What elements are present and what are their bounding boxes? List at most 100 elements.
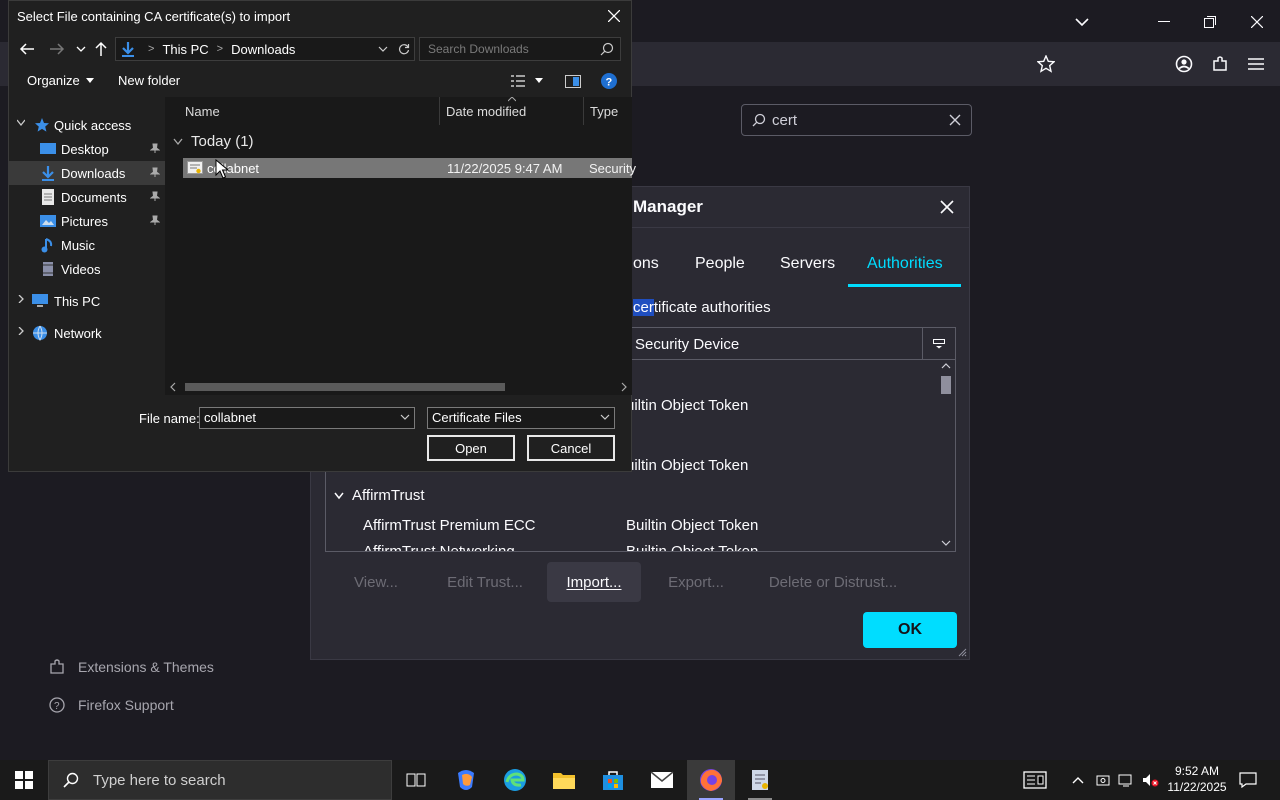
- tree-group-affirmtrust[interactable]: AffirmTrust: [334, 487, 425, 504]
- tree-row-device[interactable]: Builtin Object Token: [626, 543, 758, 551]
- view-options-menu[interactable]: [511, 75, 543, 87]
- selected-text: cer: [633, 299, 654, 316]
- breadcrumb-this-pc[interactable]: This PC: [162, 42, 208, 57]
- nav-network[interactable]: Network: [9, 321, 165, 345]
- column-picker-icon[interactable]: [922, 328, 955, 360]
- breadcrumb-downloads[interactable]: Downloads: [231, 42, 295, 57]
- tree-scrollbar[interactable]: [937, 360, 955, 551]
- details-view-icon: [511, 75, 525, 87]
- help-icon[interactable]: ?: [601, 73, 617, 89]
- clear-search-icon[interactable]: [949, 114, 961, 126]
- tree-row-device[interactable]: Builtin Object Token: [626, 517, 758, 534]
- bookmark-star-icon[interactable]: [1034, 52, 1058, 76]
- nav-this-pc[interactable]: This PC: [9, 289, 165, 313]
- meet-now-icon[interactable]: [1093, 770, 1113, 790]
- store-app[interactable]: [589, 760, 637, 800]
- notifications-icon[interactable]: [1238, 770, 1258, 790]
- back-arrow-icon[interactable]: [17, 39, 37, 59]
- tab-your-certificates[interactable]: ons: [633, 255, 659, 273]
- extensions-themes-link[interactable]: Extensions & Themes: [48, 658, 214, 676]
- edit-trust-button[interactable]: Edit Trust...: [437, 562, 533, 602]
- tree-row-name[interactable]: AffirmTrust Premium ECC: [363, 517, 536, 534]
- copilot-app[interactable]: [442, 760, 490, 800]
- column-divider[interactable]: [583, 97, 584, 125]
- scrollbar-thumb[interactable]: [185, 383, 505, 391]
- chevron-down-icon: [173, 138, 183, 145]
- search-icon: [752, 113, 766, 127]
- column-divider[interactable]: [439, 97, 440, 125]
- group-header-today[interactable]: Today (1): [173, 133, 254, 150]
- column-security-device[interactable]: Security Device: [635, 336, 739, 353]
- task-view-button[interactable]: [392, 760, 440, 800]
- nav-pictures[interactable]: Pictures: [9, 209, 165, 233]
- file-type-select[interactable]: Certificate Files: [427, 407, 615, 429]
- nav-quick-access[interactable]: Quick access: [9, 113, 165, 137]
- nav-label: Music: [61, 237, 95, 253]
- certificate-app[interactable]: [736, 760, 784, 800]
- column-name[interactable]: Name: [185, 104, 220, 119]
- open-button[interactable]: Open: [427, 435, 515, 461]
- ok-button[interactable]: OK: [863, 612, 957, 648]
- edge-app[interactable]: [491, 760, 539, 800]
- nav-music[interactable]: Music: [9, 233, 165, 257]
- scroll-left-icon[interactable]: [169, 382, 177, 392]
- volume-muted-icon[interactable]: [1140, 770, 1160, 790]
- scroll-right-icon[interactable]: [620, 382, 628, 392]
- preview-pane-icon[interactable]: [565, 75, 581, 88]
- taskbar-search-box[interactable]: Type here to search: [48, 760, 392, 800]
- address-bar[interactable]: > This PC > Downloads: [115, 37, 415, 61]
- tab-authorities[interactable]: Authorities: [867, 255, 943, 273]
- file-list-pane[interactable]: Name Date modified Type Today (1) collab…: [165, 97, 636, 395]
- refresh-icon[interactable]: [398, 43, 410, 55]
- file-explorer-app[interactable]: [540, 760, 588, 800]
- dialog-search-input[interactable]: Search Downloads: [419, 37, 621, 61]
- restore-icon[interactable]: [1198, 10, 1222, 34]
- column-type[interactable]: Type: [590, 104, 618, 119]
- chevron-down-icon[interactable]: [400, 414, 410, 422]
- app-menu-icon[interactable]: [1244, 52, 1268, 76]
- organize-menu[interactable]: Organize: [27, 73, 94, 88]
- tab-servers[interactable]: Servers: [780, 255, 835, 273]
- resize-grip-icon[interactable]: [957, 647, 967, 657]
- window-close-icon[interactable]: [1245, 10, 1269, 34]
- nav-documents[interactable]: Documents: [9, 185, 165, 209]
- delete-distrust-button[interactable]: Delete or Distrust...: [761, 562, 905, 602]
- file-row[interactable]: collabnet 11/22/2025 9:47 AM Security: [183, 158, 636, 178]
- puzzle-icon: [50, 659, 64, 674]
- column-date-modified[interactable]: Date modified: [446, 104, 526, 119]
- address-dropdown-icon[interactable]: [378, 46, 388, 54]
- tree-row-name[interactable]: AffirmTrust Networking: [363, 543, 515, 551]
- nav-videos[interactable]: Videos: [9, 257, 165, 281]
- forward-arrow-icon[interactable]: [47, 39, 67, 59]
- system-clock[interactable]: 9:52 AM 11/22/2025: [1160, 763, 1234, 795]
- minimize-icon[interactable]: [1152, 10, 1176, 34]
- file-name-input[interactable]: collabnet: [199, 407, 415, 429]
- view-button[interactable]: View...: [341, 562, 411, 602]
- horizontal-scrollbar[interactable]: [165, 379, 632, 395]
- recent-locations-icon[interactable]: [71, 39, 91, 59]
- up-arrow-icon[interactable]: [91, 39, 111, 59]
- cert-manager-close-icon[interactable]: [935, 195, 959, 219]
- nav-desktop[interactable]: Desktop: [9, 137, 165, 161]
- import-button[interactable]: Import...: [547, 562, 641, 602]
- news-widget-icon[interactable]: [1022, 770, 1048, 790]
- extensions-icon[interactable]: [1208, 52, 1232, 76]
- new-folder-button[interactable]: New folder: [118, 73, 180, 88]
- dialog-close-icon[interactable]: [603, 5, 625, 27]
- tree-row-device[interactable]: uiltin Object Token: [626, 397, 748, 414]
- download-arrow-icon: [39, 165, 57, 181]
- cancel-button[interactable]: Cancel: [527, 435, 615, 461]
- show-hidden-icons-icon[interactable]: [1068, 770, 1088, 790]
- firefox-app[interactable]: [687, 760, 735, 800]
- network-status-icon[interactable]: [1116, 770, 1136, 790]
- settings-search-input[interactable]: cert: [741, 104, 972, 136]
- mail-app[interactable]: [638, 760, 686, 800]
- account-icon[interactable]: [1172, 52, 1196, 76]
- tab-people[interactable]: People: [695, 255, 745, 273]
- nav-downloads[interactable]: Downloads: [9, 161, 165, 185]
- start-button[interactable]: [0, 760, 48, 800]
- list-all-tabs-icon[interactable]: [1070, 10, 1094, 34]
- export-button[interactable]: Export...: [651, 562, 741, 602]
- firefox-support-link[interactable]: ? Firefox Support: [48, 696, 174, 714]
- tree-row-device[interactable]: uiltin Object Token: [626, 457, 748, 474]
